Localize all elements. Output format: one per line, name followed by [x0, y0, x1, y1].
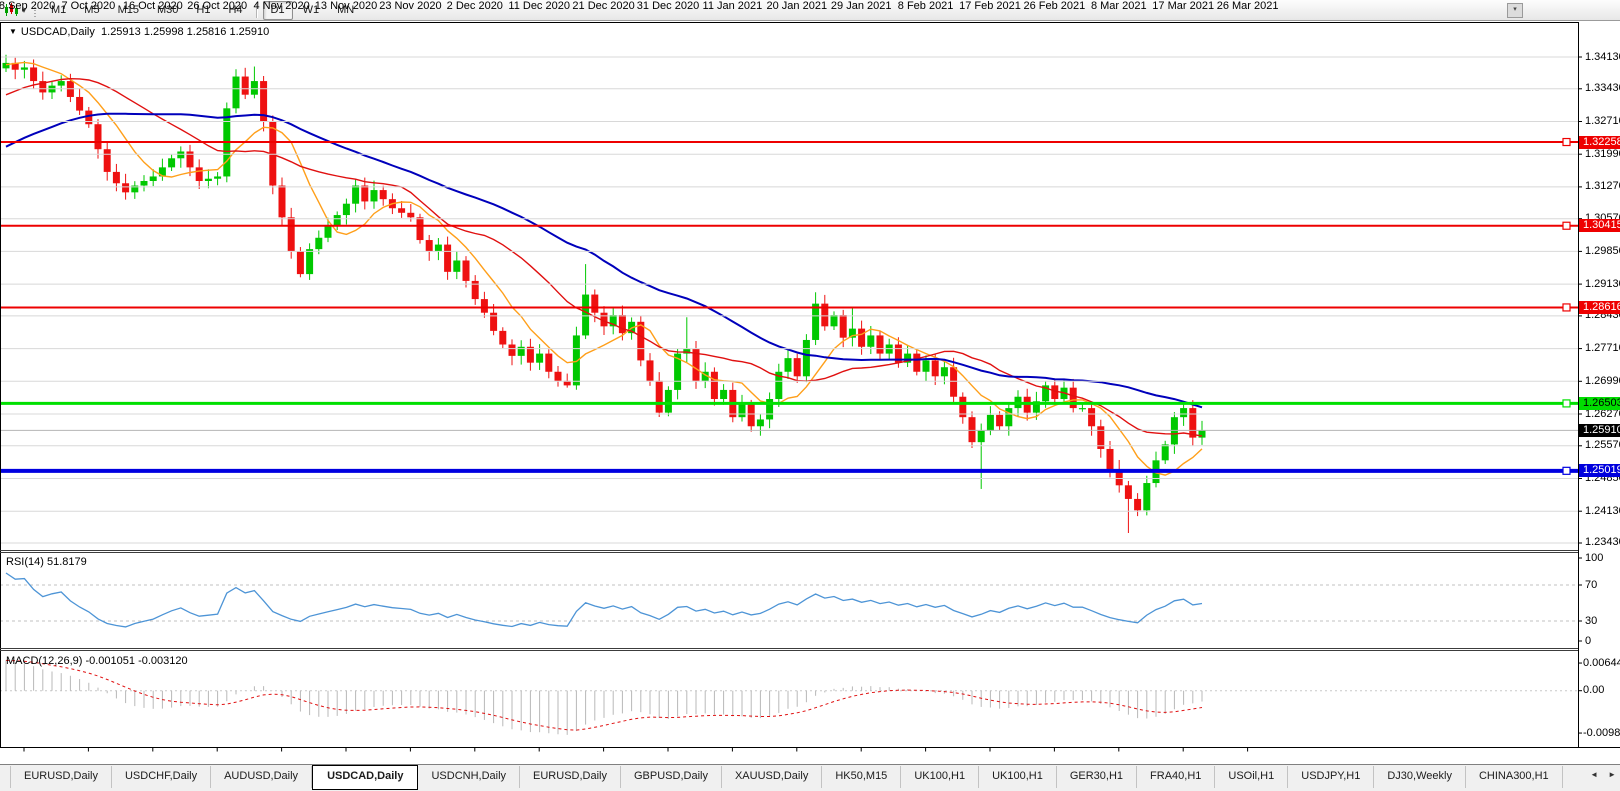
symbol-tab-usdchf-daily[interactable]: USDCHF,Daily [112, 766, 212, 788]
chart-canvas[interactable] [0, 0, 1620, 763]
symbol-tab-china300-h1[interactable]: CHINA300,H1 [1466, 766, 1563, 788]
symbol-tab-usdcad-daily[interactable]: USDCAD,Daily [312, 765, 419, 790]
symbol-tab-eurusd-daily[interactable]: EURUSD,Daily [520, 766, 621, 788]
symbol-tab-audusd-daily[interactable]: AUDUSD,Daily [211, 766, 313, 788]
symbol-tab-usoil-h1[interactable]: USOil,H1 [1215, 766, 1289, 788]
symbol-tab-ger30-h1[interactable]: GER30,H1 [1057, 766, 1138, 788]
macd-label: MACD(12,26,9) -0.001051 -0.003120 [6, 655, 188, 667]
mt4-window: ▾ M1M5M15M30H1H4D1W1MN ▾ 1.341301.334301… [0, 0, 1620, 791]
symbol-tab-dj30-weekly[interactable]: DJ30,Weekly [1374, 766, 1466, 788]
symbol-label: USDCAD,Daily [20, 26, 95, 38]
symbol-tab-xauusd-daily[interactable]: XAUUSD,Daily [722, 766, 823, 788]
tab-scroll-buttons: ◄ ► [1590, 770, 1616, 779]
rsi-label: RSI(14) 51.8179 [6, 556, 87, 568]
symbol-tab-eurusd-daily[interactable]: EURUSD,Daily [10, 766, 112, 788]
tab-scroll-right-icon[interactable]: ► [1608, 770, 1616, 779]
symbol-dropdown-icon[interactable]: ▼ [9, 27, 17, 36]
symbol-tab-uk100-h1[interactable]: UK100,H1 [979, 766, 1057, 788]
symbol-tab-uk100-h1[interactable]: UK100,H1 [901, 766, 980, 788]
symbol-tab-fra40-h1[interactable]: FRA40,H1 [1137, 766, 1216, 788]
chart-title: ▼ USDCAD,Daily 1.25913 1.25998 1.25816 1.… [9, 26, 269, 38]
symbol-tab-hk50-m15[interactable]: HK50,M15 [822, 766, 902, 788]
tab-scroll-left-icon[interactable]: ◄ [1590, 770, 1598, 779]
symbol-tab-usdcnh-daily[interactable]: USDCNH,Daily [418, 766, 521, 788]
ohlc-values: 1.25913 1.25998 1.25816 1.25910 [101, 26, 270, 38]
symbol-tab-usdjpy-h1[interactable]: USDJPY,H1 [1288, 766, 1375, 788]
symbol-tab-gbpusd-daily[interactable]: GBPUSD,Daily [621, 766, 722, 788]
symbol-tabbar: EURUSD,Daily USDCHF,Daily AUDUSD,Daily USDC… [0, 764, 1620, 791]
